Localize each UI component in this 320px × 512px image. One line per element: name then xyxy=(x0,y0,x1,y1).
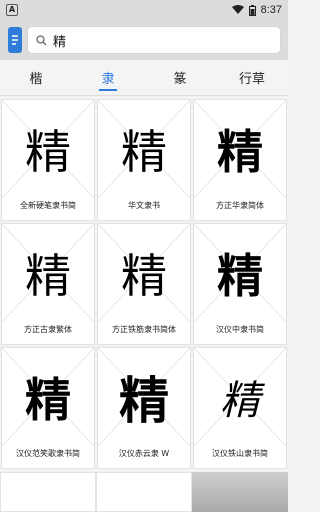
font-name: 汉仪铁山隶书简 xyxy=(212,449,268,458)
font-name: 汉仪范笑歌隶书简 xyxy=(16,449,80,458)
status-indicators: 8:37 xyxy=(231,4,282,16)
font-card[interactable]: 精 方正古隶繁体 xyxy=(1,223,95,345)
tab-kai[interactable]: 楷 xyxy=(0,60,72,95)
search-input[interactable]: 精 xyxy=(28,27,280,53)
clock: 8:37 xyxy=(260,4,282,16)
glyph-preview: 精 xyxy=(25,373,71,427)
font-card[interactable]: 精 方正华隶简体 xyxy=(193,99,287,221)
notification-icon: A xyxy=(6,4,18,16)
next-row xyxy=(0,472,288,512)
font-card[interactable]: 精 全新硬笔隶书简 xyxy=(1,99,95,221)
font-grid: 精 全新硬笔隶书简 精 华文隶书 精 方正华隶简体 精 方正古隶繁体 精 方正铁… xyxy=(0,98,288,470)
glyph-preview: 精 xyxy=(220,378,260,424)
font-card[interactable]: 精 汉仪铁山隶书简 xyxy=(193,347,287,469)
font-name: 华文隶书 xyxy=(128,201,160,210)
font-name: 汉仪中隶书简 xyxy=(216,325,264,334)
glyph-preview: 精 xyxy=(121,249,167,303)
font-card-partial[interactable] xyxy=(0,472,96,512)
tab-zhuan[interactable]: 篆 xyxy=(144,60,216,95)
font-name: 全新硬笔隶书简 xyxy=(20,201,76,210)
style-tabs: 楷 隶 篆 行草 xyxy=(0,60,288,96)
font-card[interactable]: 精 方正铁筋隶书简体 xyxy=(97,223,191,345)
font-card[interactable]: 精 汉仪中隶书简 xyxy=(193,223,287,345)
font-card[interactable]: 精 汉仪赤云隶 W xyxy=(97,347,191,469)
wifi-icon xyxy=(231,5,244,14)
app-menu-button[interactable] xyxy=(8,27,22,53)
search-icon xyxy=(36,34,47,45)
menu-icon xyxy=(12,35,18,45)
font-name: 方正华隶简体 xyxy=(216,201,264,210)
glyph-preview: 精 xyxy=(217,249,263,303)
search-value: 精 xyxy=(53,34,67,50)
tab-xingcao[interactable]: 行草 xyxy=(216,60,288,95)
font-card[interactable]: 精 汉仪范笑歌隶书简 xyxy=(1,347,95,469)
glyph-preview: 精 xyxy=(25,249,71,303)
font-card-partial[interactable] xyxy=(96,472,192,512)
font-name: 方正铁筋隶书简体 xyxy=(112,325,176,334)
font-name: 汉仪赤云隶 W xyxy=(118,449,170,458)
font-name: 方正古隶繁体 xyxy=(24,325,72,334)
font-card[interactable]: 精 华文隶书 xyxy=(97,99,191,221)
glyph-preview: 精 xyxy=(217,125,263,179)
glyph-preview: 精 xyxy=(121,125,167,179)
status-bar: A 8:37 xyxy=(0,0,288,20)
battery-icon xyxy=(248,4,256,16)
tab-li[interactable]: 隶 xyxy=(72,60,144,95)
glyph-preview: 精 xyxy=(25,125,71,179)
image-tile[interactable] xyxy=(192,472,288,512)
search-bar: 精 xyxy=(0,20,288,60)
glyph-preview: 精 xyxy=(119,371,169,430)
